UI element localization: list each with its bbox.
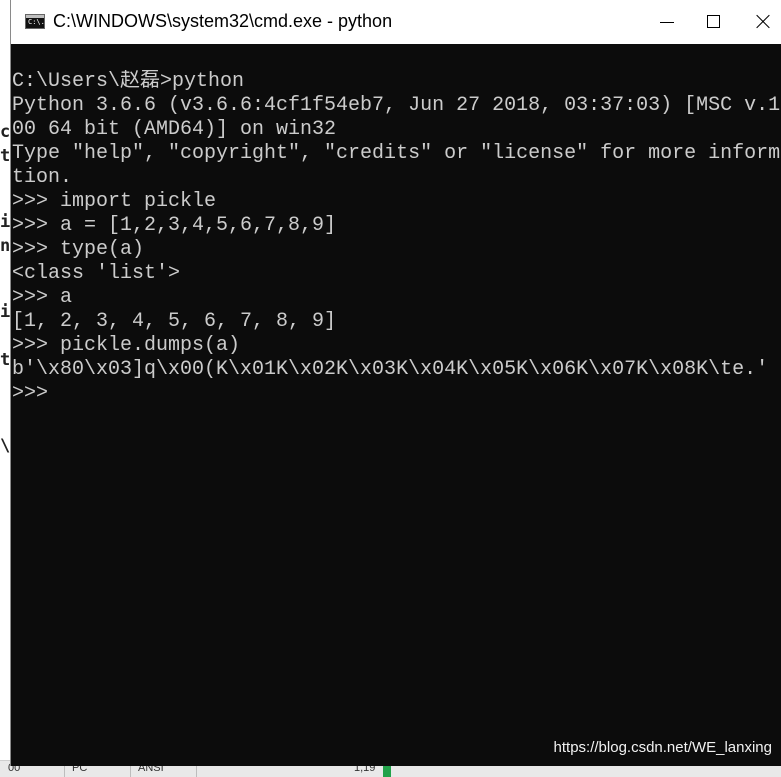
console-line: >>> a = [1,2,3,4,5,6,7,8,9] xyxy=(12,214,337,237)
close-button[interactable] xyxy=(740,0,781,44)
watermark: https://blog.csdn.net/WE_lanxing xyxy=(553,739,772,756)
maximize-button[interactable] xyxy=(692,0,738,44)
minimize-button[interactable] xyxy=(644,0,690,44)
background-text-fragment: i xyxy=(0,302,10,322)
console-line: C:\Users\赵磊>python xyxy=(12,70,245,93)
console-line: [1, 2, 3, 4, 5, 6, 7, 8, 9] xyxy=(12,310,337,333)
console-line: >>> pickle.dumps(a) xyxy=(12,334,241,357)
window-title: C:\WINDOWS\system32\cmd.exe - python xyxy=(53,11,393,31)
cmd-app-icon[interactable]: C:\. xyxy=(25,14,45,29)
background-text-fragment: i xyxy=(0,212,10,232)
console-output[interactable]: C:\Users\赵磊>python Python 3.6.6 (v3.6.6:… xyxy=(12,70,781,760)
console-line: <class 'list'> xyxy=(12,262,181,285)
cmd-window: C:\. C:\WINDOWS\system32\cmd.exe - pytho… xyxy=(10,0,781,766)
console-line: >>> import pickle xyxy=(12,190,217,213)
console-line: 00 64 bit (AMD64)] on win32 xyxy=(12,118,337,141)
background-text-fragment: n xyxy=(0,236,10,256)
console-line: >>> a xyxy=(12,286,73,309)
console-line: Type "help", "copyright", "credits" or "… xyxy=(12,142,781,165)
background-text-fragment: t xyxy=(0,350,10,370)
console-line: >>> type(a) xyxy=(12,238,145,261)
background-text-fragment: \ xyxy=(0,436,10,456)
background-text-fragment: c xyxy=(0,122,10,142)
console-line: Python 3.6.6 (v3.6.6:4cf1f54eb7, Jun 27 … xyxy=(12,94,781,117)
console-prompt[interactable]: >>> xyxy=(12,382,781,406)
title-bar[interactable]: C:\. C:\WINDOWS\system32\cmd.exe - pytho… xyxy=(11,0,781,44)
background-window-edge: c t i n i t \ xyxy=(0,0,10,776)
console-line: b'\x80\x03]q\x00(K\x01K\x02K\x03K\x04K\x… xyxy=(12,358,769,381)
console-line: tion. xyxy=(12,166,73,189)
background-text-fragment: t xyxy=(0,146,10,166)
